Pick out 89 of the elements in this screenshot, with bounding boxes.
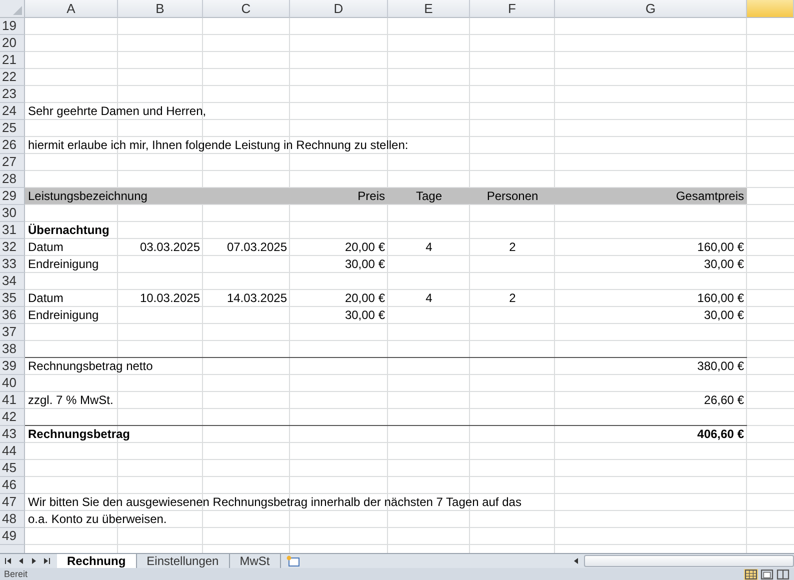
row-number[interactable]: 31: [0, 222, 25, 239]
next-sheet-icon[interactable]: [30, 557, 38, 565]
row-number[interactable]: 22: [0, 69, 25, 86]
horizontal-scrollbar[interactable]: [584, 555, 794, 567]
previous-sheet-icon[interactable]: [17, 557, 25, 565]
row-number[interactable]: 40: [0, 375, 25, 392]
column-header[interactable]: G: [555, 0, 747, 18]
table-cell-text: 2: [508, 290, 517, 307]
row-number[interactable]: 49: [0, 528, 25, 545]
row-number[interactable]: 29: [0, 188, 25, 205]
new-sheet-icon[interactable]: [284, 555, 301, 567]
row-number[interactable]: 42: [0, 409, 25, 426]
column-header[interactable]: D: [290, 0, 388, 18]
table-cell-text: 380,00 €: [696, 358, 745, 375]
last-sheet-icon[interactable]: [43, 557, 51, 565]
row-number[interactable]: 28: [0, 171, 25, 188]
table-cell-text: 14.03.2025: [226, 290, 288, 307]
table-cell-text: Datum: [27, 290, 64, 307]
table-cell-text: 406,60 €: [696, 426, 745, 443]
table-cell-text: 03.03.2025: [138, 239, 201, 256]
table-cell-text: Endreinigung: [27, 256, 100, 273]
scroll-left-icon[interactable]: [572, 557, 580, 565]
table-cell-text: 4: [424, 290, 434, 307]
table-cell-text: Gesamtpreis: [674, 188, 745, 205]
corner-triangle-icon: [13, 6, 22, 15]
row-number[interactable]: 45: [0, 460, 25, 477]
page-layout-view-icon[interactable]: [760, 568, 774, 580]
row-number[interactable]: 30: [0, 205, 25, 222]
table-cell-text: 4: [424, 239, 434, 256]
row-number[interactable]: 44: [0, 443, 25, 460]
row-number[interactable]: 20: [0, 35, 25, 52]
row-number[interactable]: 25: [0, 120, 25, 137]
table-cell-text: Sehr geehrte Damen und Herren,: [27, 103, 208, 120]
row-number[interactable]: 21: [0, 52, 25, 69]
table-cell-text: 2: [508, 239, 517, 256]
table-cell-text: Wir bitten Sie den ausgewiesenen Rechnungsbetrag innerhalb der nächsten 7 Tagen auf das: [27, 494, 522, 511]
table-cell-text: o.a. Konto zu überweisen.: [27, 511, 168, 528]
row-number[interactable]: 47: [0, 494, 25, 511]
table-cell-text: hiermit erlaube ich mir, Ihnen folgende Leistung in Rechnung zu stellen:: [27, 137, 410, 154]
column-header[interactable]: A: [25, 0, 118, 18]
table-cell-text: 20,00 €: [344, 239, 386, 256]
table-cell-text: Rechnungsbetrag: [27, 426, 132, 443]
table-cell-text: zzgl. 7 % MwSt.: [27, 392, 114, 409]
column-header[interactable]: E: [388, 0, 470, 18]
row-number[interactable]: 27: [0, 154, 25, 171]
table-cell-text: 30,00 €: [344, 256, 386, 273]
first-sheet-icon[interactable]: [4, 557, 12, 565]
row-number[interactable]: 48: [0, 511, 25, 528]
sheet-tab[interactable]: Einstellungen: [136, 554, 230, 568]
table-cell-text: 30,00 €: [702, 256, 745, 273]
table-cell-text: 26,60 €: [702, 392, 745, 409]
table-cell-text: Preis: [356, 188, 386, 205]
sheet-tab[interactable]: MwSt: [230, 554, 281, 568]
table-cell-text: 160,00 €: [696, 290, 745, 307]
row-number[interactable]: 24: [0, 103, 25, 120]
row-number[interactable]: 43: [0, 426, 25, 443]
row-number[interactable]: 41: [0, 392, 25, 409]
table-cell-text: 10.03.2025: [138, 290, 201, 307]
table-cell-text: Endreinigung: [27, 307, 100, 324]
row-number[interactable]: 46: [0, 477, 25, 494]
row-number[interactable]: 32: [0, 239, 25, 256]
row-number[interactable]: 36: [0, 307, 25, 324]
table-cell-text: 30,00 €: [344, 307, 386, 324]
row-number[interactable]: 38: [0, 341, 25, 358]
table-cell-text: Leistungsbezeichnung: [27, 188, 148, 205]
row-number[interactable]: 23: [0, 86, 25, 103]
table-cell-text: Tage: [414, 188, 444, 205]
table-cell-text: 07.03.2025: [226, 239, 288, 256]
row-number[interactable]: 35: [0, 290, 25, 307]
table-cell-text: Rechnungsbetrag netto: [27, 358, 154, 375]
table-cell-text: 30,00 €: [702, 307, 745, 324]
row-number[interactable]: 33: [0, 256, 25, 273]
row-number[interactable]: 19: [0, 18, 25, 35]
table-cell-text: Personen: [486, 188, 540, 205]
table-cell-text: 160,00 €: [696, 239, 745, 256]
page-break-view-icon[interactable]: [776, 568, 790, 580]
table-cell-text: Datum: [27, 239, 64, 256]
sheet-tab[interactable]: Rechnung: [57, 554, 137, 568]
status-text: Bereit: [4, 569, 28, 579]
row-number[interactable]: 26: [0, 137, 25, 154]
column-header[interactable]: B: [118, 0, 203, 18]
row-number[interactable]: 37: [0, 324, 25, 341]
table-cell-text: Übernachtung: [27, 222, 110, 239]
table-cell-text: 20,00 €: [344, 290, 386, 307]
normal-view-icon[interactable]: [744, 568, 758, 580]
row-number[interactable]: 39: [0, 358, 25, 375]
row-number[interactable]: 34: [0, 273, 25, 290]
column-header[interactable]: F: [470, 0, 555, 18]
column-header[interactable]: C: [203, 0, 290, 18]
